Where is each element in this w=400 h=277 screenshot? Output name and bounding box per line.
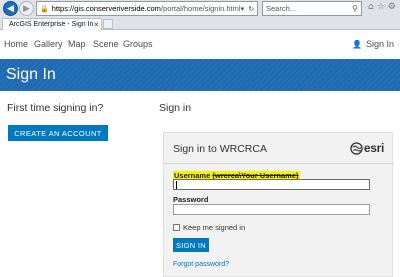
browser-tab[interactable]: ArcGIS Enterprise - Sign In ✕ xyxy=(2,18,102,30)
toolbar-icons: ⌂☆⚙ xyxy=(368,2,399,12)
password-label: Password xyxy=(173,195,209,204)
nav-scene[interactable]: Scene xyxy=(93,39,119,49)
top-navigation: Home Gallery Map Scene Groups 👤 Sign In xyxy=(0,31,400,58)
url-host: https://gis.conserveriverside.com xyxy=(51,4,161,13)
password-field[interactable] xyxy=(173,204,370,215)
home-icon[interactable]: ⌂ xyxy=(368,2,377,12)
close-tab-icon[interactable]: ✕ xyxy=(93,21,99,29)
lock-icon: 🔒 xyxy=(40,4,49,13)
username-field[interactable] xyxy=(173,179,370,190)
search-placeholder: Search... xyxy=(266,4,297,13)
esri-logo-text: esri xyxy=(363,141,384,155)
nav-groups[interactable]: Groups xyxy=(123,39,153,49)
page-title: Sign In xyxy=(6,66,56,83)
forward-arrow-icon[interactable]: ▶ xyxy=(19,1,34,16)
sign-in-panel: Sign in to WRCRCA esri Username (wrcrca\… xyxy=(163,132,394,277)
address-bar-tools-icon[interactable]: ▾ ↻ xyxy=(241,5,256,13)
browser-search-input[interactable]: Search... ⚲ xyxy=(262,1,362,16)
keep-signed-in-label: Keep me signed in xyxy=(183,223,246,232)
address-bar[interactable]: 🔒 https://gis.conserveriverside.com/port… xyxy=(36,1,258,16)
browser-chrome: ◀ ▶ 🔒 https://gis.conserveriverside.com /… xyxy=(0,0,400,30)
keep-signed-in-checkbox[interactable] xyxy=(173,224,180,231)
nav-home[interactable]: Home xyxy=(4,39,28,49)
nav-gallery[interactable]: Gallery xyxy=(34,39,63,49)
panel-divider xyxy=(164,163,394,164)
gear-icon[interactable]: ⚙ xyxy=(388,2,399,12)
nav-sign-in-label: Sign In xyxy=(365,39,394,49)
tab-title: ArcGIS Enterprise - Sign In xyxy=(9,21,94,28)
new-tab-button[interactable] xyxy=(103,19,113,29)
text-caret xyxy=(176,181,177,189)
panel-title: Sign in to WRCRCA xyxy=(173,143,267,155)
page-banner: Sign In xyxy=(0,59,400,91)
sign-in-heading: Sign in xyxy=(159,102,192,114)
nav-map[interactable]: Map xyxy=(68,39,86,49)
search-icon[interactable]: ⚲ xyxy=(352,4,358,13)
star-icon[interactable]: ☆ xyxy=(377,2,388,12)
sign-in-button[interactable]: SIGN IN xyxy=(173,238,209,252)
nav-sign-in[interactable]: 👤 Sign In xyxy=(352,39,394,49)
url-path: /portal/home/signin.html xyxy=(160,4,241,13)
user-icon: 👤 xyxy=(352,39,362,49)
back-arrow-icon[interactable]: ◀ xyxy=(3,1,18,16)
first-time-heading: First time signing in? xyxy=(7,102,104,114)
esri-globe-icon xyxy=(350,141,363,155)
create-account-button[interactable]: CREATE AN ACCOUNT xyxy=(8,125,108,141)
esri-logo: esri xyxy=(350,141,384,155)
keep-signed-in[interactable]: Keep me signed in xyxy=(173,223,245,232)
forgot-password-link[interactable]: Forgot password? xyxy=(173,261,229,268)
